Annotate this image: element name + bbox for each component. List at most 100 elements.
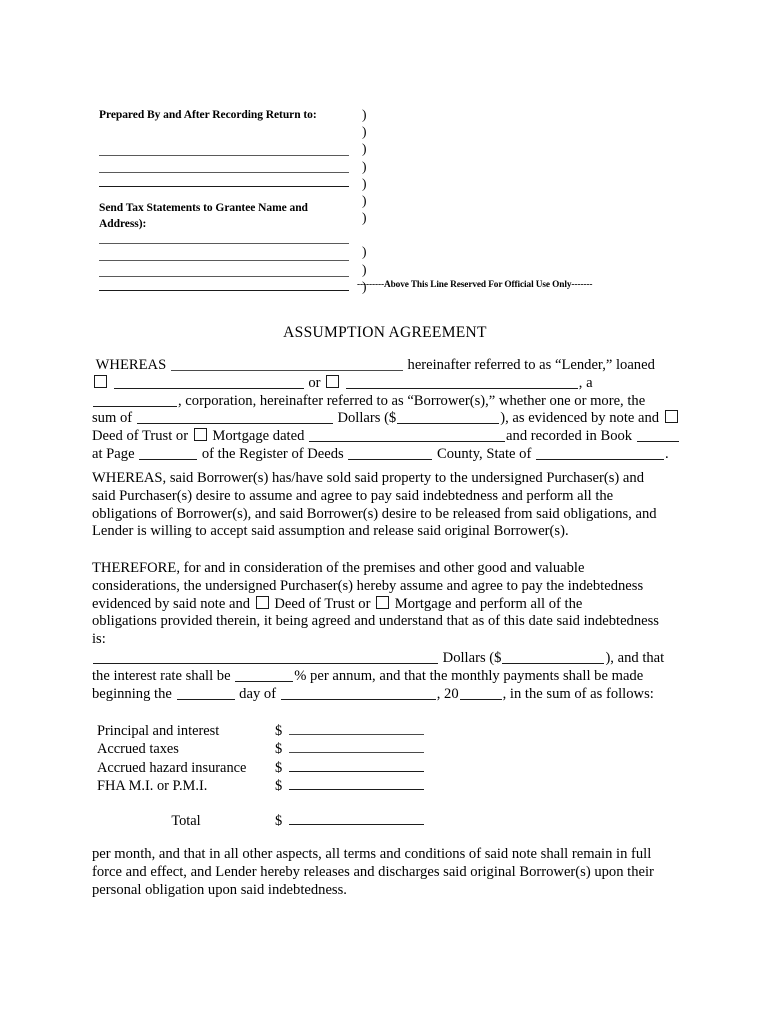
send-tax-blank-line-2[interactable] bbox=[99, 260, 349, 261]
paren-mark-4: ) bbox=[362, 158, 367, 174]
prepared-by-label: Prepared By and After Recording Return t… bbox=[99, 109, 317, 121]
paren-mark-8: ) bbox=[362, 244, 367, 260]
therefore-line-2: considerations, the undersigned Purchase… bbox=[92, 577, 644, 594]
recording-header-left-column: Prepared By and After Recording Return t… bbox=[99, 108, 349, 123]
at-page-label: at Page bbox=[92, 445, 135, 462]
schedule-row-total: Total $ bbox=[97, 811, 437, 829]
paren-mark-5: ) bbox=[362, 175, 367, 191]
prepared-by-blank-line-2[interactable] bbox=[99, 172, 349, 173]
closing-line-2: force and effect, and Lender hereby rele… bbox=[92, 863, 654, 880]
schedule-amount-blank-hazard[interactable] bbox=[289, 758, 424, 772]
whereas-sold-line-4: Lender is willing to accept said assumpt… bbox=[92, 523, 569, 540]
therefore-line-1: THEREFORE, for and in consideration of t… bbox=[92, 560, 585, 576]
therefore-clause: THEREFORE, for and in consideration of t… bbox=[92, 560, 682, 649]
send-tax-label-group: Send Tax Statements to Grantee Name and … bbox=[99, 201, 349, 232]
borrower-individual-checkbox[interactable] bbox=[94, 374, 107, 388]
interest-rate-blank[interactable] bbox=[235, 668, 294, 682]
book-number-blank[interactable] bbox=[636, 428, 679, 443]
paren-mark-2: ) bbox=[362, 124, 367, 140]
whereas-line-4: sum of Dollars ($), as evidenced by note… bbox=[92, 410, 682, 428]
currency-symbol-total: $ bbox=[275, 813, 283, 830]
schedule-row-accrued-taxes: Accrued taxes $ bbox=[97, 739, 437, 757]
amount-line-3: beginning the day of , 20 , in the sum of… bbox=[92, 686, 682, 704]
whereas-evidenced-text: ), as evidenced by note and bbox=[500, 410, 660, 427]
mortgage-dated-label: Mortgage dated bbox=[212, 428, 305, 445]
page-title: ASSUMPTION AGREEMENT bbox=[283, 324, 487, 341]
whereas-period: . bbox=[665, 445, 669, 462]
day-of-label: day of bbox=[239, 685, 277, 702]
prepared-by-blank-line-1[interactable] bbox=[99, 155, 349, 156]
mortgage-date-blank[interactable] bbox=[309, 428, 506, 443]
therefore-mortgage-checkbox[interactable] bbox=[376, 595, 390, 609]
month-blank[interactable] bbox=[280, 686, 436, 700]
prepared-by-blank-line-3[interactable] bbox=[99, 186, 349, 187]
closing-line-3: personal obligation upon said indebtedne… bbox=[92, 881, 347, 898]
amount-terms-clause: Dollars ($), and that the interest rate … bbox=[92, 650, 682, 703]
paren-mark-9: ) bbox=[362, 261, 367, 277]
amount-and-that-text: ), and that bbox=[605, 650, 665, 666]
whereas-lender-text: hereinafter referred to as “Lender,” loa… bbox=[407, 357, 655, 373]
schedule-amount-blank-taxes[interactable] bbox=[289, 739, 424, 754]
send-tax-blank-line-4[interactable] bbox=[99, 290, 349, 291]
paren-mark-3: ) bbox=[362, 141, 367, 157]
therefore-evidenced-text: evidenced by said note and bbox=[92, 595, 251, 612]
currency-symbol-taxes: $ bbox=[275, 741, 283, 758]
county-blank[interactable] bbox=[348, 446, 433, 460]
amount-line-1: Dollars ($), and that bbox=[92, 650, 682, 668]
schedule-amount-blank-total[interactable] bbox=[289, 811, 424, 826]
schedule-amount-blank-fha[interactable] bbox=[289, 776, 424, 790]
page-number-blank[interactable] bbox=[139, 446, 198, 460]
lender-name-blank[interactable] bbox=[170, 357, 403, 371]
whereas-sold-line-2: said Purchaser(s) desire to assume and a… bbox=[92, 487, 614, 504]
schedule-row-accrued-hazard-insurance: Accrued hazard insurance $ bbox=[97, 758, 437, 776]
paren-mark-1: ) bbox=[362, 107, 367, 122]
therefore-deed-label: Deed of Trust or bbox=[274, 595, 371, 612]
indebtedness-words-blank[interactable] bbox=[93, 650, 438, 664]
send-tax-blank-line-3[interactable] bbox=[99, 276, 349, 277]
currency-symbol-fha: $ bbox=[275, 777, 283, 794]
state-blank[interactable] bbox=[536, 446, 664, 460]
whereas-comma-a: , a bbox=[578, 374, 593, 391]
currency-symbol-hazard: $ bbox=[275, 759, 283, 776]
beginning-the-label: beginning the bbox=[92, 685, 172, 702]
mortgage-checkbox[interactable] bbox=[193, 428, 207, 442]
closing-paragraph: per month, and that in all other aspects… bbox=[92, 846, 682, 899]
paren-mark-7: ) bbox=[362, 210, 367, 226]
whereas-keyword: WHEREAS bbox=[95, 357, 167, 373]
whereas-sum-of-label: sum of bbox=[92, 410, 133, 427]
whereas-sold-line-3: obligations of Borrower(s), and said Bor… bbox=[92, 505, 657, 522]
interest-rate-label: the interest rate shall be bbox=[92, 667, 231, 684]
therefore-mortgage-label: Mortgage and perform all of the bbox=[394, 595, 583, 612]
paren-mark-6: ) bbox=[362, 193, 367, 209]
schedule-label-accrued-hazard-insurance: Accrued hazard insurance bbox=[97, 759, 247, 776]
send-tax-label-line-2: Address): bbox=[99, 217, 147, 230]
currency-symbol-principal: $ bbox=[275, 723, 283, 739]
send-tax-label-line-1: Send Tax Statements to Grantee Name and bbox=[99, 202, 308, 214]
whereas-line-3: , corporation, hereinafter referred to a… bbox=[92, 393, 682, 411]
year-prefix-label: , 20 bbox=[436, 685, 459, 702]
beginning-day-blank[interactable] bbox=[176, 686, 235, 700]
whereas-sold-clause: WHEREAS, said Borrower(s) has/have sold … bbox=[92, 470, 682, 541]
schedule-label-fha-mi-or-pmi: FHA M.I. or P.M.I. bbox=[97, 777, 208, 794]
indebtedness-numeric-blank[interactable] bbox=[502, 650, 605, 664]
borrower-entity-checkbox[interactable] bbox=[326, 374, 340, 388]
schedule-amount-blank-principal[interactable] bbox=[289, 721, 424, 735]
paren-column: ) ) ) ) ) ) ) ) ) ) bbox=[362, 106, 367, 295]
corporation-state-blank[interactable] bbox=[93, 393, 177, 407]
borrower-entity-blank[interactable] bbox=[345, 375, 578, 389]
year-blank[interactable] bbox=[459, 686, 502, 700]
county-state-label: County, State of bbox=[437, 445, 532, 462]
deed-of-trust-checkbox[interactable] bbox=[664, 410, 678, 424]
therefore-line-3: evidenced by said note and Deed of Trust… bbox=[92, 595, 682, 614]
recorded-in-book-label: and recorded in Book bbox=[506, 428, 633, 445]
closing-line-1: per month, and that in all other aspects… bbox=[92, 846, 652, 862]
sum-words-blank[interactable] bbox=[136, 410, 333, 425]
per-annum-text: % per annum, and that the monthly paymen… bbox=[294, 667, 644, 684]
borrower-name-blank[interactable] bbox=[113, 375, 304, 389]
therefore-deed-of-trust-checkbox[interactable] bbox=[255, 595, 269, 609]
paren-gap bbox=[362, 226, 367, 243]
sum-as-follows-text: , in the sum of as follows: bbox=[502, 685, 654, 702]
deed-of-trust-label: Deed of Trust or bbox=[92, 428, 189, 445]
sum-numeric-blank[interactable] bbox=[397, 410, 500, 425]
send-tax-blank-line-1[interactable] bbox=[99, 243, 349, 244]
